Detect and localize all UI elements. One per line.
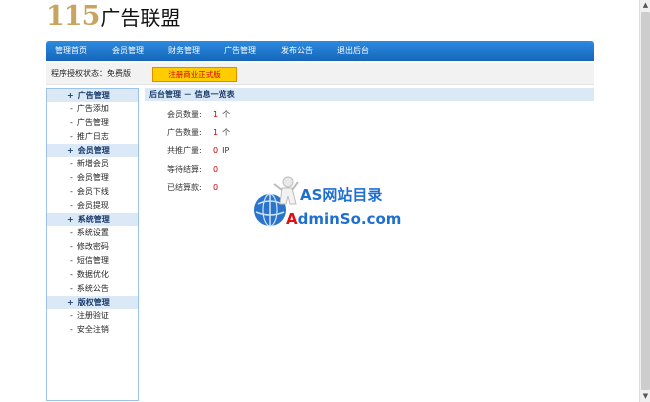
stat-label: 已结算款: [167,183,202,192]
expand-plus-icon: + [67,298,74,307]
nav-item-ads[interactable]: 广告管理 [224,41,256,61]
nav-item-members[interactable]: 会员管理 [112,41,144,61]
bullet-dash-icon: - [70,104,73,113]
stat-label: 等待结算: [167,165,202,174]
main-panel: 后台管理 － 信息一览表 [145,88,594,101]
sidebar-item-label: 系统设置 [76,228,109,237]
scroll-up-arrow-icon[interactable]: ▲ [640,0,650,11]
admin-page: 115广告联盟 管理首页 会员管理 财务管理 广告管理 发布公告 退出后台 程序… [0,0,639,402]
bullet-dash-icon: - [70,159,73,168]
sidebar-item-announcement[interactable]: - 系统公告 [47,282,138,296]
bullet-dash-icon: - [70,118,73,127]
adminso-watermark: AS网站目录 AdminSo.com [252,172,412,232]
stat-value: 1 [213,128,219,137]
upgrade-button[interactable]: 注册商业正式版 [152,67,237,82]
expand-plus-icon: + [67,215,74,224]
vertical-scrollbar[interactable]: ▲ ▼ [639,0,650,402]
sidebar-item-label: 数据优化 [76,270,109,279]
nav-item-logout[interactable]: 退出后台 [337,41,369,61]
sidebar-item-label: 安全注销 [76,325,109,334]
section-title: 版权管理 [77,298,110,307]
bullet-dash-icon: - [70,284,73,293]
scroll-thumb[interactable] [641,12,650,390]
bullet-dash-icon: - [70,173,73,182]
sidebar-item-member-withdraw[interactable]: - 会员提现 [47,199,138,213]
bullet-dash-icon: - [70,132,73,141]
site-logo: 115广告联盟 [46,2,180,32]
scroll-down-arrow-icon[interactable]: ▼ [640,391,650,402]
expand-plus-icon: + [67,91,74,100]
sidebar-item-label: 短信管理 [76,256,109,265]
bullet-dash-icon: - [70,187,73,196]
sidebar-section-ads[interactable]: + 广告管理 [47,89,138,102]
sidebar-item-label: 推广日志 [76,132,109,141]
sidebar-item-label: 会员下线 [76,187,109,196]
section-title: 系统管理 [77,215,110,224]
sidebar-item-ad-manage[interactable]: - 广告管理 [47,116,138,130]
bullet-dash-icon: - [70,228,73,237]
sidebar-item-register-verify[interactable]: - 注册验证 [47,309,138,323]
stat-label: 共推广量: [167,146,202,155]
sidebar-item-ad-add[interactable]: - 广告添加 [47,102,138,116]
nav-item-home[interactable]: 管理首页 [55,41,87,61]
stat-label: 广告数量: [167,128,202,137]
stat-pending-settlement: 等待结算: 0 [167,164,218,175]
license-status: 程序授权状态：免费版 [51,69,131,78]
sidebar-item-label: 新增会员 [76,159,109,168]
sidebar-item-label: 会员提现 [76,201,109,210]
section-title: 会员管理 [77,146,110,155]
logo-text: 广告联盟 [100,6,181,30]
bullet-dash-icon: - [70,325,73,334]
stat-settled-amount: 已结算款: 0 [167,182,218,193]
stat-promo-total: 共推广量: 0 IP [167,145,229,156]
sidebar-section-members[interactable]: + 会员管理 [47,144,138,157]
bullet-dash-icon: - [70,256,73,265]
stat-value: 0 [213,183,219,192]
sidebar-item-label: 广告管理 [76,118,109,127]
top-nav: 管理首页 会员管理 财务管理 广告管理 发布公告 退出后台 [46,41,594,61]
sidebar-section-copyright[interactable]: + 版权管理 [47,296,138,309]
bullet-dash-icon: - [70,242,73,251]
stat-member-count: 会员数量: 1 个 [167,109,230,120]
main-title: 后台管理 － 信息一览表 [145,88,594,101]
sidebar-section-system[interactable]: + 系统管理 [47,213,138,226]
nav-item-announce[interactable]: 发布公告 [281,41,313,61]
stat-unit: 个 [222,110,231,119]
sidebar-item-promo-log[interactable]: - 推广日志 [47,130,138,144]
sidebar-item-change-password[interactable]: - 修改密码 [47,240,138,254]
sidebar-item-optimize[interactable]: - 数据优化 [47,268,138,282]
sidebar-item-label: 广告添加 [76,104,109,113]
watermark-domain: AdminSo.com [286,210,401,228]
bullet-dash-icon: - [70,311,73,320]
bullet-dash-icon: - [70,201,73,210]
nav-item-finance[interactable]: 财务管理 [168,41,200,61]
section-title: 广告管理 [77,91,110,100]
sidebar-item-label: 注册验证 [76,311,109,320]
watermark-domain-initial: A [286,210,298,228]
stat-unit: IP [222,146,230,155]
watermark-domain-rest: dminSo.com [297,210,402,228]
expand-plus-icon: + [67,146,74,155]
sidebar-item-sms[interactable]: - 短信管理 [47,254,138,268]
sidebar-item-settings[interactable]: - 系统设置 [47,226,138,240]
sidebar-item-label: 会员管理 [76,173,109,182]
license-status-bar: 程序授权状态：免费版 注册商业正式版 [46,63,594,85]
logo-number: 115 [46,1,100,32]
stat-unit: 个 [222,128,231,137]
sidebar-item-label: 修改密码 [76,242,109,251]
watermark-title: AS网站目录 [300,186,383,204]
stat-value: 1 [213,110,219,119]
sidebar: + 广告管理 - 广告添加 - 广告管理 - 推广日志 + 会员管理 - 新增会员 - 会员管… [46,88,139,401]
stat-value: 0 [213,165,219,174]
sidebar-item-secure-logout[interactable]: - 安全注销 [47,323,138,337]
sidebar-item-member-manage[interactable]: - 会员管理 [47,171,138,185]
bullet-dash-icon: - [70,270,73,279]
sidebar-item-add-member[interactable]: - 新增会员 [47,157,138,171]
stat-label: 会员数量: [167,110,202,119]
stat-ad-count: 广告数量: 1 个 [167,127,230,138]
sidebar-item-label: 系统公告 [76,284,109,293]
stat-value: 0 [213,146,219,155]
sidebar-item-member-downline[interactable]: - 会员下线 [47,185,138,199]
